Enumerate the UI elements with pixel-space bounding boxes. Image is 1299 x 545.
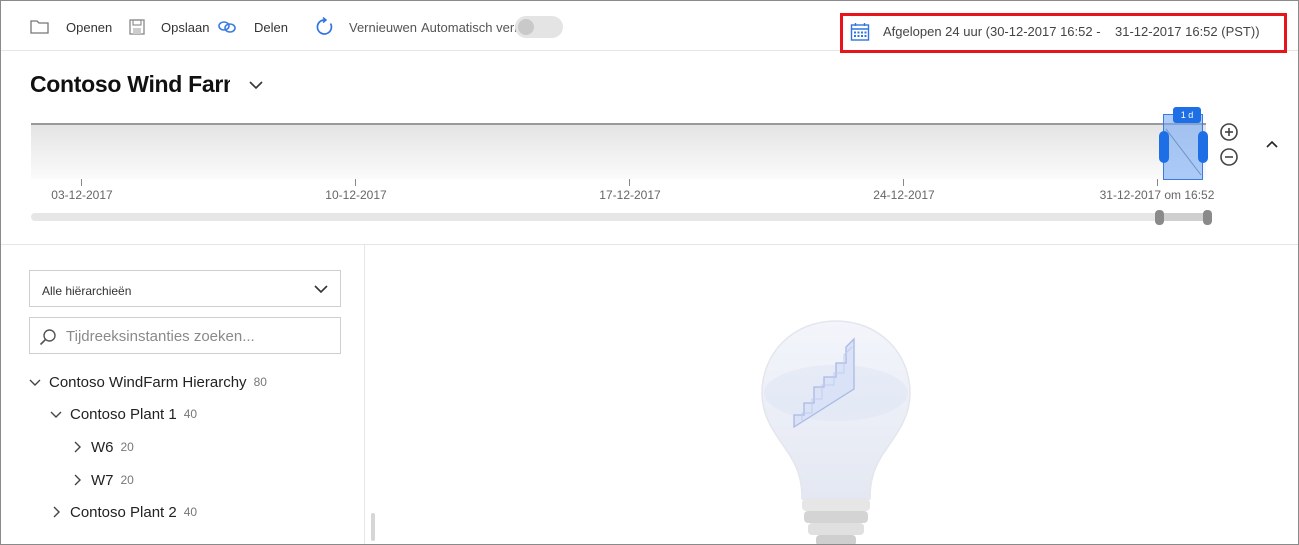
pane-divider <box>364 245 365 544</box>
share-button[interactable]: Delen <box>216 13 288 41</box>
tree-item-label: W7 <box>91 471 114 489</box>
search-icon <box>39 328 57 346</box>
share-label: Delen <box>254 19 288 35</box>
link-icon <box>216 19 238 35</box>
instance-search-box[interactable] <box>29 317 341 354</box>
tree-item-w7[interactable]: W7 20 <box>70 468 134 492</box>
tree-item-contoso-plant-2[interactable]: Contoso Plant 2 40 <box>49 500 197 524</box>
time-range-text: Afgelopen 24 uur (30-12-2017 16:52 - 31-… <box>883 24 1260 39</box>
timeline-tick-label: 31-12-2017 om 16:52 <box>1099 188 1215 202</box>
chevron-right-icon[interactable] <box>49 505 63 519</box>
environment-title: Contoso Wind Farm <box>30 71 230 97</box>
chevron-down-icon[interactable] <box>49 407 63 421</box>
timeline-tick <box>629 179 630 186</box>
tree-item-label: Contoso Plant 1 <box>70 405 177 423</box>
app-window: Openen Opslaan Delen Vernieuwen Automati… <box>0 0 1299 545</box>
tree-item-w6[interactable]: W6 20 <box>70 435 134 459</box>
timeline-tick <box>355 179 356 186</box>
zoom-in-icon[interactable] <box>1219 122 1239 142</box>
tree-item-count: 20 <box>120 473 134 487</box>
scrollbar-right-knob[interactable] <box>1203 210 1212 225</box>
tree-item-label: Contoso WindFarm Hierarchy <box>49 373 247 391</box>
tree-item-label: W6 <box>91 438 114 456</box>
folder-icon <box>29 18 51 36</box>
brush-duration-badge: 1 d <box>1173 107 1201 123</box>
pane-scrollbar[interactable] <box>371 513 375 541</box>
tree-item-contoso-windfarm-hierarchy[interactable]: Contoso WindFarm Hierarchy 80 <box>28 370 267 394</box>
timeline-tick-label: 10-12-2017 <box>325 188 387 202</box>
scrollbar-left-knob[interactable] <box>1155 210 1164 225</box>
divider <box>1 244 1298 245</box>
chevron-up-icon[interactable] <box>1264 136 1280 152</box>
tree-item-count: 40 <box>183 407 198 421</box>
brush-right-handle[interactable] <box>1198 131 1208 163</box>
toggle-knob <box>518 19 534 35</box>
timeline-tick-label: 17-12-2017 <box>599 188 661 202</box>
hierarchy-dropdown[interactable]: Alle hiërarchieën <box>29 270 341 307</box>
auto-refresh-toggle[interactable] <box>515 16 563 38</box>
open-button[interactable]: Openen <box>29 13 112 41</box>
tree-item-count: 40 <box>183 505 198 519</box>
timeline-tick <box>81 179 82 186</box>
tree-item-label: Contoso Plant 2 <box>70 503 177 521</box>
tree-item-count: 80 <box>253 375 267 389</box>
tree-item-contoso-plant-1[interactable]: Contoso Plant 1 40 <box>49 402 197 426</box>
chevron-down-icon[interactable] <box>28 375 42 389</box>
tree-item-count: 20 <box>120 440 134 454</box>
refresh-button[interactable]: Vernieuwen <box>315 13 417 41</box>
instance-search-input[interactable] <box>66 326 331 346</box>
timeline-tick-label: 24-12-2017 <box>873 188 935 202</box>
toolbar: Openen Opslaan Delen Vernieuwen Automati… <box>1 1 1298 53</box>
open-label: Openen <box>66 19 113 35</box>
time-brush[interactable] <box>1163 114 1203 180</box>
calendar-icon <box>850 22 870 47</box>
hierarchy-dropdown-value: Alle hiërarchieën <box>42 284 132 298</box>
timeline-trend <box>1165 128 1202 176</box>
save-button[interactable]: Opslaan <box>128 13 209 41</box>
timeline-tick-label: 03-12-2017 <box>51 188 113 202</box>
chevron-down-icon <box>312 280 330 298</box>
brush-left-handle[interactable] <box>1159 131 1169 163</box>
timeline-tick <box>1157 179 1158 186</box>
time-range-picker[interactable]: Afgelopen 24 uur (30-12-2017 16:52 - 31-… <box>840 13 1287 53</box>
chevron-right-icon[interactable] <box>70 440 84 454</box>
refresh-icon <box>315 17 335 37</box>
zoom-out-icon[interactable] <box>1219 147 1239 167</box>
refresh-label: Vernieuwen <box>349 19 417 35</box>
save-label: Opslaan <box>161 19 210 35</box>
lightbulb-chart-illustration <box>756 319 916 544</box>
timeline-tick <box>903 179 904 186</box>
floppy-disk-icon <box>128 18 146 36</box>
chevron-right-icon[interactable] <box>70 473 84 487</box>
availability-timeline[interactable] <box>31 123 1206 179</box>
chevron-down-icon[interactable] <box>247 76 265 94</box>
timeline-scrollbar[interactable] <box>31 213 1209 221</box>
